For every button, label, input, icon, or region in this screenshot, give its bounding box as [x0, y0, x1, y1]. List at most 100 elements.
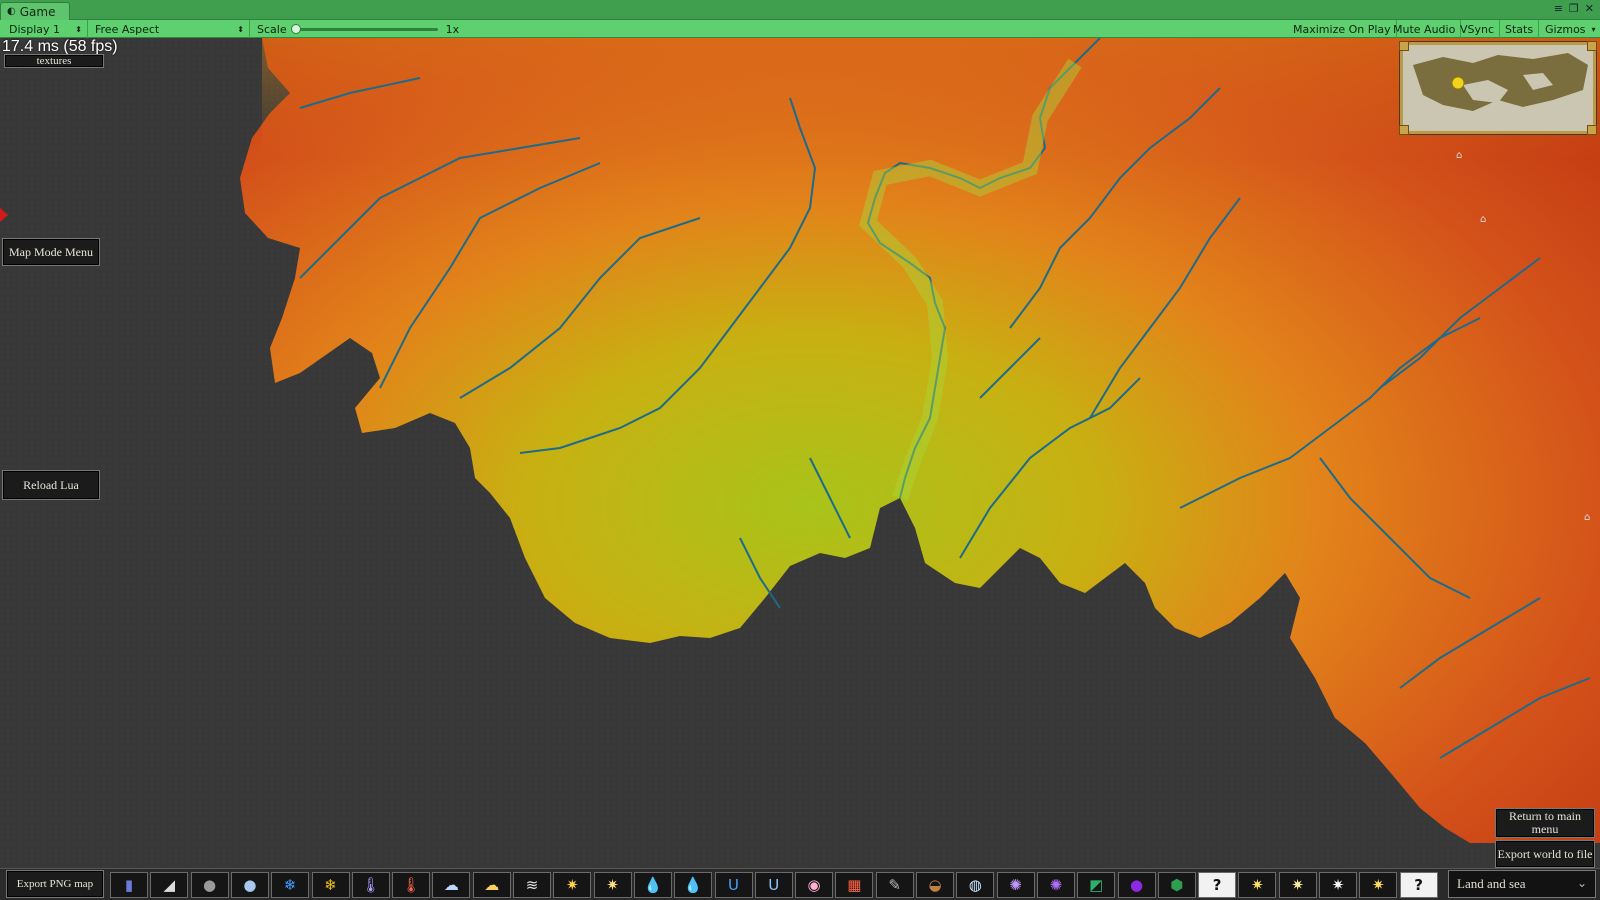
question-icon: ? — [1212, 875, 1222, 894]
game-view: ◐ Game ≡ ❐ ✕ Display 1 ⬍ Free Aspect ⬍ S… — [0, 0, 1600, 900]
population-icon: ▮ — [124, 875, 134, 894]
globe-dark-icon: ● — [203, 875, 217, 894]
map-mode-button[interactable]: U — [754, 872, 793, 898]
terrain-slope-icon: ◩ — [1089, 875, 1104, 894]
scale-control: Scale 1x — [252, 20, 472, 38]
aspect-select[interactable]: Free Aspect ⬍ — [90, 20, 250, 38]
frame-corner-icon — [1399, 125, 1409, 135]
pot-icon: ◒ — [928, 875, 942, 894]
map-mode-button[interactable]: 💧 — [674, 872, 713, 898]
map-mode-button[interactable]: ⬢ — [1157, 872, 1196, 898]
map-mode-button[interactable]: ✎ — [875, 872, 914, 898]
map-mode-button[interactable]: ● — [190, 872, 229, 898]
return-to-main-menu-label: Return to main menu — [1509, 809, 1581, 836]
snowflake-blue-icon: ❄ — [283, 875, 297, 894]
globe-light-icon: ● — [243, 875, 257, 894]
stats-toggle[interactable]: Stats — [1500, 20, 1540, 38]
minimap-render — [1403, 45, 1593, 131]
magnet-icon: U — [728, 875, 739, 894]
map-mode-button[interactable]: 🌡 — [392, 872, 431, 898]
star-white-icon: ✷ — [1331, 875, 1345, 894]
map-mode-button[interactable]: ✷ — [593, 872, 632, 898]
map-mode-button[interactable]: ❄ — [271, 872, 310, 898]
map-mode-button[interactable]: ◢ — [150, 872, 189, 898]
vsync-toggle[interactable]: VSync — [1455, 20, 1501, 38]
map-mode-menu-button[interactable]: Map Mode Menu — [2, 238, 100, 266]
map-mode-button[interactable]: ✷ — [1319, 872, 1357, 898]
thermometer-hot-icon: 🌡 — [401, 875, 421, 894]
scale-value: 1x — [445, 22, 460, 36]
map-mode-button[interactable]: ≋ — [513, 872, 551, 898]
map-mode-button[interactable]: 🌡 — [351, 872, 390, 898]
scale-slider-knob[interactable] — [290, 23, 301, 34]
export-world-button[interactable]: Export world to file — [1495, 840, 1595, 868]
return-to-main-menu-button[interactable]: Return to main menu — [1495, 808, 1595, 838]
settlement-icon[interactable]: ⌂ — [1480, 214, 1490, 225]
feather-icon: ✎ — [888, 875, 901, 894]
mute-audio-toggle[interactable]: Mute Audio — [1388, 20, 1462, 38]
dropdown-arrow-icon: ⬍ — [237, 24, 244, 34]
textures-button[interactable]: textures — [4, 54, 104, 68]
map-mode-button[interactable]: ? — [1198, 872, 1237, 898]
minimap[interactable] — [1399, 41, 1597, 135]
purple-orb-icon: ● — [1129, 875, 1144, 894]
scale-slider[interactable] — [290, 23, 438, 34]
stats-label: Stats — [1505, 22, 1534, 36]
export-world-label: Export world to file — [1497, 846, 1593, 861]
chevron-down-icon: ⌄ — [1576, 876, 1587, 890]
map-mode-button[interactable]: ● — [230, 872, 269, 898]
map-mode-button[interactable]: ☁ — [432, 872, 471, 898]
map-mode-button[interactable]: ✷ — [553, 872, 592, 898]
map-mode-button[interactable]: ☁ — [472, 872, 511, 898]
bug-purple-icon: ✺ — [1049, 875, 1063, 894]
wind-icon: ≋ — [525, 875, 539, 894]
maximize-on-play-toggle[interactable]: Maximize On Play — [1288, 20, 1397, 38]
map-mode-button[interactable]: 💧 — [633, 872, 672, 898]
tiles-icon: ▦ — [847, 875, 862, 894]
snowflake-yellow-icon: ❄ — [324, 875, 337, 894]
map-mode-dropdown-label: Land and sea — [1457, 876, 1526, 891]
map-mode-button[interactable]: ◍ — [956, 872, 995, 898]
map-mode-button[interactable]: ❄ — [311, 872, 350, 898]
gizmos-menu[interactable]: Gizmos ▾ — [1540, 20, 1600, 38]
map-mode-button[interactable]: ✺ — [996, 872, 1035, 898]
bubble-icon: ◍ — [968, 875, 982, 894]
sun-alt-icon: ✷ — [606, 875, 619, 894]
map-mode-button[interactable]: ◉ — [795, 872, 834, 898]
world-map[interactable] — [0, 38, 1600, 900]
rock-icon: ◢ — [163, 875, 176, 894]
frame-corner-icon — [1587, 125, 1597, 135]
export-png-map-label: Export PNG map — [16, 877, 94, 890]
map-mode-button[interactable]: ✷ — [1278, 872, 1317, 898]
export-png-map-button[interactable]: Export PNG map — [6, 870, 104, 898]
star-alt-icon: ✷ — [1291, 875, 1304, 894]
water-drop-multi-icon: 💧 — [683, 875, 703, 894]
tab-game-label: Game — [19, 4, 56, 19]
map-mode-button[interactable]: ● — [1117, 872, 1156, 898]
map-mode-button[interactable]: U — [714, 872, 753, 898]
map-mode-dropdown[interactable]: Land and sea ⌄ — [1448, 870, 1596, 898]
settlement-icon[interactable]: ⌂ — [1584, 512, 1594, 523]
map-mode-button[interactable]: ▮ — [110, 872, 148, 898]
maximize-icon[interactable]: ❐ — [1569, 2, 1579, 15]
tab-game[interactable]: ◐ Game — [0, 2, 70, 20]
map-mode-button[interactable]: ◩ — [1077, 872, 1116, 898]
display-select-label: Display 1 — [9, 22, 61, 36]
map-mode-button[interactable]: ✷ — [1238, 872, 1277, 898]
aspect-select-label: Free Aspect — [95, 22, 160, 36]
thermometer-cold-icon: 🌡 — [361, 875, 381, 894]
dropdown-arrow-icon: ⬍ — [75, 24, 82, 34]
map-mode-button[interactable]: ✺ — [1036, 872, 1075, 898]
close-icon[interactable]: ✕ — [1585, 2, 1594, 15]
map-mode-button[interactable]: ◒ — [916, 872, 954, 898]
menu-icon[interactable]: ≡ — [1554, 2, 1563, 15]
settlement-icon[interactable]: ⌂ — [1456, 150, 1466, 161]
display-select[interactable]: Display 1 ⬍ — [4, 20, 88, 38]
map-mode-button[interactable]: ? — [1399, 872, 1438, 898]
game-toolbar: Display 1 ⬍ Free Aspect ⬍ Scale 1x Maxim… — [0, 20, 1600, 38]
map-mode-button[interactable]: ✷ — [1359, 872, 1398, 898]
game-controller-icon: ◐ — [7, 6, 16, 17]
reload-lua-button[interactable]: Reload Lua — [2, 470, 100, 500]
map-mode-button[interactable]: ▦ — [835, 872, 874, 898]
frame-corner-icon — [1587, 41, 1597, 51]
